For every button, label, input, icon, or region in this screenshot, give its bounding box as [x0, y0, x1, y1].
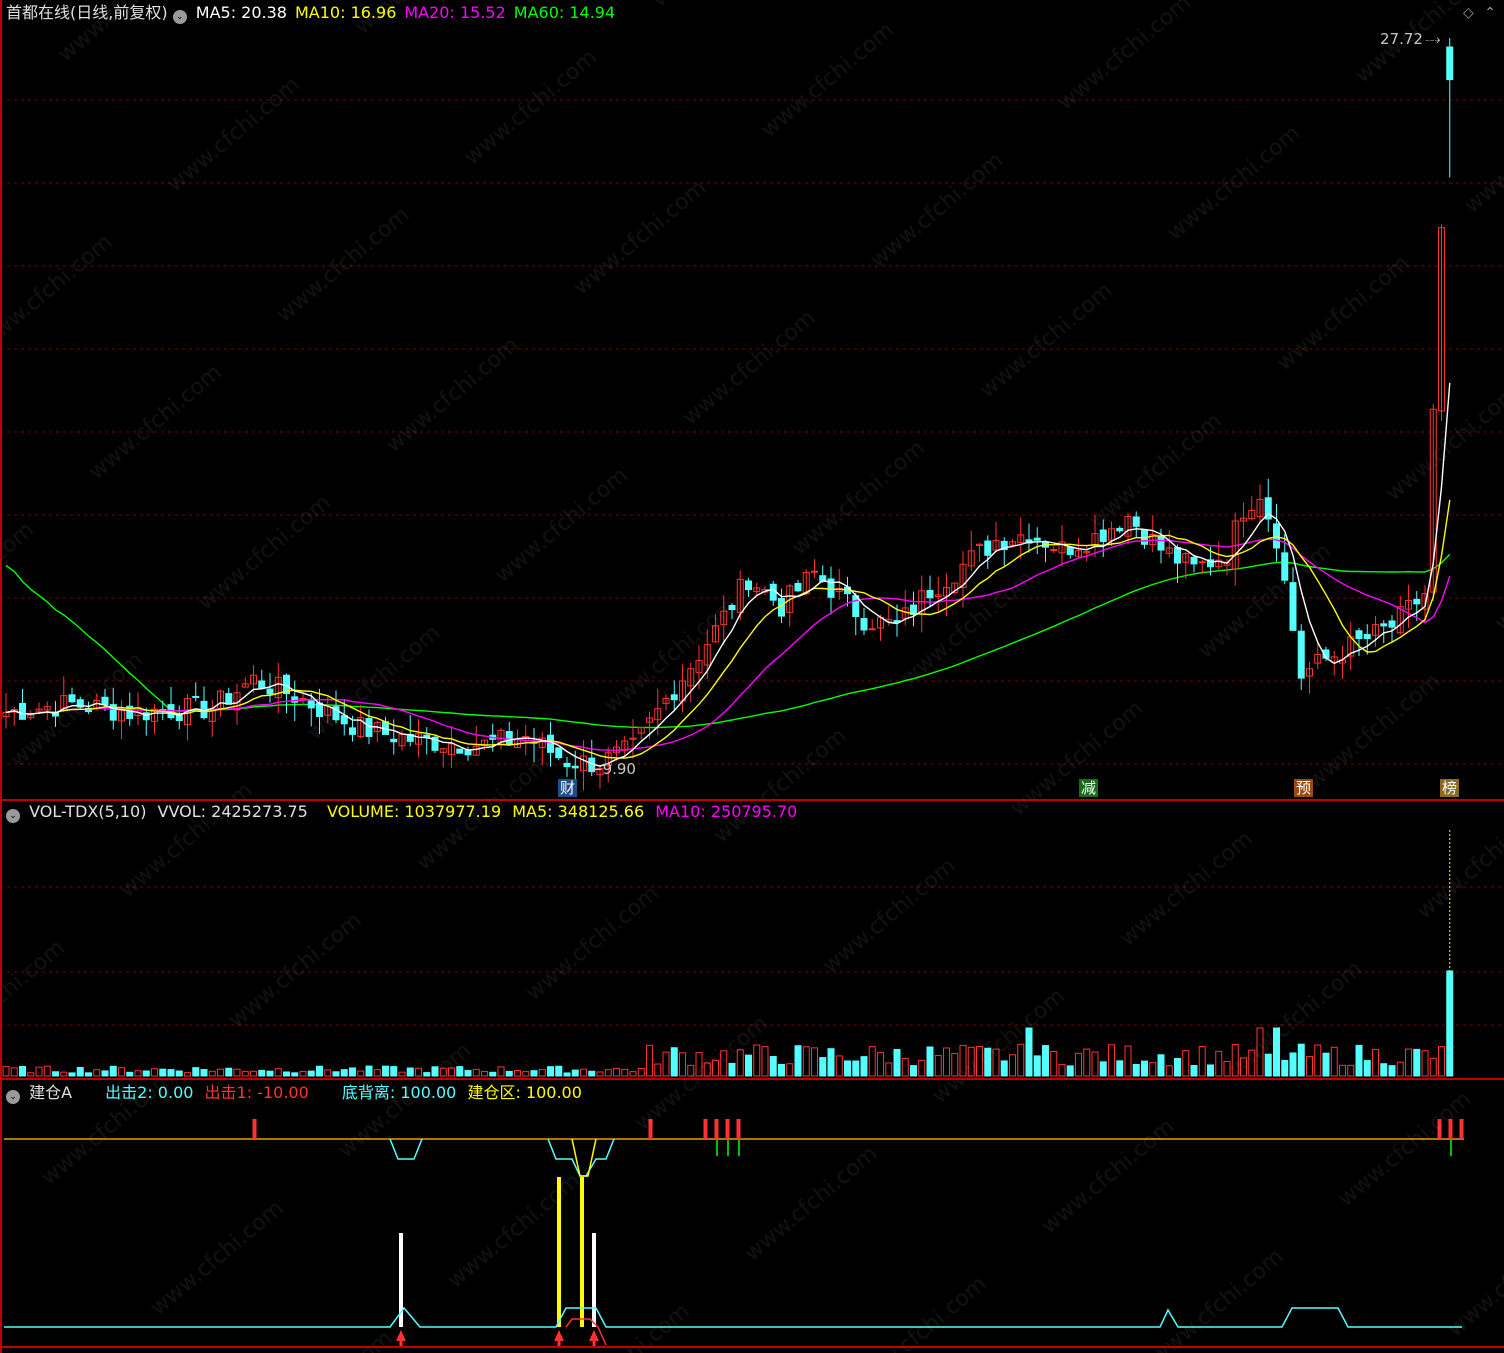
- volume-value: VOLUME: 1037977.19: [326, 802, 502, 821]
- event-marker-billboard[interactable]: 榜: [1440, 779, 1460, 797]
- event-marker-forecast[interactable]: 预: [1294, 779, 1314, 797]
- vvol-value: VVOL: 2425273.75: [157, 802, 308, 821]
- volume-ma5: MA5: 348125.66: [512, 802, 645, 821]
- chuji1-value: 出击1: -10.00: [204, 1083, 309, 1102]
- main-panel-header: 首都在线(日线,前复权) ⌄ MA5: 20.38 MA10: 16.96 MA20…: [6, 4, 623, 24]
- ma-labels: MA5: 20.38 MA10: 16.96 MA20: 15.52 MA60: 14…: [196, 3, 623, 22]
- ma-label-1: MA10: 16.96: [294, 3, 397, 22]
- ma-label-3: MA60: 14.94: [513, 3, 616, 22]
- signal-indicator-name: 建仓A: [29, 1083, 73, 1102]
- event-marker-reduce[interactable]: 减: [1079, 779, 1099, 797]
- watermark: [0, 0, 1504, 1353]
- signal-panel-header: ⌄ 建仓A 出击2: 0.00 出击1: -10.00 底背离: 100.00 …: [6, 1084, 582, 1104]
- diamond-icon[interactable]: ◇: [1463, 5, 1474, 21]
- ma-label-2: MA20: 15.52: [404, 3, 506, 22]
- event-marker-finance[interactable]: 财: [558, 779, 578, 797]
- volume-panel-header: ⌄ VOL-TDX(5,10) VVOL: 2425273.75 VOLUME:…: [6, 803, 797, 823]
- dibeili-value: 底背离: 100.00: [341, 1083, 457, 1102]
- high-price-label: 27.72 ⤏: [1380, 30, 1441, 48]
- chart-canvas[interactable]: www.cfchi.com: [0, 0, 1504, 1353]
- volume-ma10: MA10: 250795.70: [655, 802, 798, 821]
- panel-toggle-icon[interactable]: ⌄: [6, 809, 20, 823]
- jiancangqu-value: 建仓区: 100.00: [467, 1083, 582, 1102]
- panel-toggle-icon[interactable]: ⌄: [6, 1090, 20, 1104]
- ma-label-0: MA5: 20.38: [195, 3, 287, 22]
- chevron-up-icon[interactable]: ⌃: [1484, 5, 1496, 21]
- low-price-label: ←9.90: [590, 760, 636, 778]
- main-title: 首都在线(日线,前复权): [6, 3, 168, 22]
- volume-indicator-name: VOL-TDX(5,10): [29, 802, 147, 821]
- window-controls: ◇ ⌃: [1463, 4, 1496, 22]
- chuji2-value: 出击2: 0.00: [105, 1083, 194, 1102]
- stock-chart-window: www.cfchi.com 首都在线(日线,前复权) ⌄ MA5: 20.38M…: [0, 0, 1504, 1353]
- panel-toggle-icon[interactable]: ⌄: [172, 10, 187, 24]
